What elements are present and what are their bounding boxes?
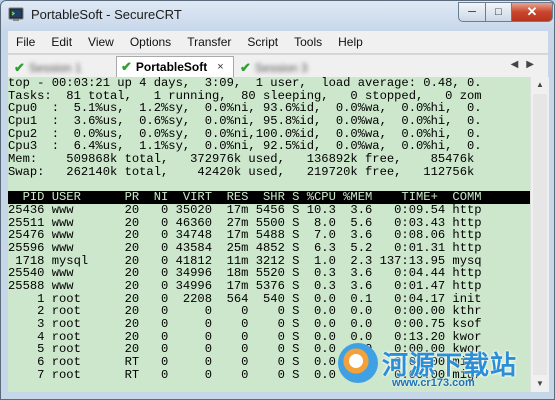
scroll-up-arrow-icon[interactable]: ▲ (532, 77, 548, 93)
watermark: 河源下载站 www.cr173.com (338, 343, 550, 397)
terminal-line: top - 00:03:21 up 4 days, 3:09, 1 user, … (8, 77, 482, 90)
session-tab-bar: ✔ Session 1 ✔ PortableSoft × ✔ Session 3… (8, 54, 548, 77)
watermark-logo-icon (338, 343, 378, 383)
menu-bar: File Edit View Options Transfer Script T… (8, 31, 548, 53)
menu-edit[interactable]: Edit (43, 32, 80, 52)
menu-script[interactable]: Script (239, 32, 286, 52)
menu-tools[interactable]: Tools (286, 32, 330, 52)
session-tab-1[interactable]: ✔ Session 1 (14, 58, 114, 77)
session-tab-label: Session 1 (28, 60, 82, 75)
process-row: 25588 www 20 0 34996 17m 5376 S 0.3 3.6 … (8, 279, 482, 293)
tab-scroll-arrows-icon[interactable]: ◀▶ (511, 59, 542, 70)
menu-transfer[interactable]: Transfer (179, 32, 239, 52)
session-tab-portablesoft[interactable]: ✔ PortableSoft × (116, 56, 234, 77)
menu-view[interactable]: View (80, 32, 122, 52)
menu-help[interactable]: Help (330, 32, 371, 52)
connected-check-icon: ✔ (240, 59, 251, 75)
process-row: 25596 www 20 0 43584 25m 4852 S 6.3 5.2 … (8, 240, 482, 255)
process-row: 3 root 20 0 0 0 0 S 0.0 0.0 0:00.75 ksof (8, 317, 482, 332)
terminal-line: Mem: 509868k total, 372976k used, 136892… (8, 152, 475, 167)
session-tab-label: PortableSoft (135, 60, 208, 74)
securecrt-app-icon (8, 7, 24, 21)
tab-close-icon[interactable]: × (217, 61, 223, 73)
title-bar[interactable]: PortableSoft - SecureCRT ─ □ ✕ (1, 1, 554, 29)
process-table-header: PID USER PR NI VIRT RES SHR S %CPU %MEM … (8, 191, 530, 204)
maximize-button[interactable]: □ (485, 2, 512, 22)
close-button[interactable]: ✕ (511, 2, 553, 22)
securecrt-window: PortableSoft - SecureCRT ─ □ ✕ File Edit… (0, 0, 555, 400)
process-row: 25436 www 20 0 35020 17m 5456 S 10.3 3.6… (8, 202, 482, 217)
menu-file[interactable]: File (8, 32, 43, 52)
terminal-line: Swap: 262140k total, 42420k used, 219720… (8, 164, 475, 179)
connected-check-icon: ✔ (14, 59, 25, 75)
terminal-line: Cpu1 : 3.6%us, 0.6%sy, 0.0%ni, 95.8%id, … (8, 114, 482, 129)
watermark-url: www.cr173.com (392, 377, 475, 389)
connected-check-icon: ✔ (121, 59, 132, 74)
window-title: PortableSoft - SecureCRT (31, 7, 182, 22)
scrollbar-track[interactable] (533, 94, 547, 375)
menu-options[interactable]: Options (122, 32, 179, 52)
session-tab-3[interactable]: ✔ Session 3 (240, 58, 350, 77)
minimize-button[interactable]: ─ (458, 2, 486, 22)
session-tab-label: Session 3 (254, 60, 308, 75)
